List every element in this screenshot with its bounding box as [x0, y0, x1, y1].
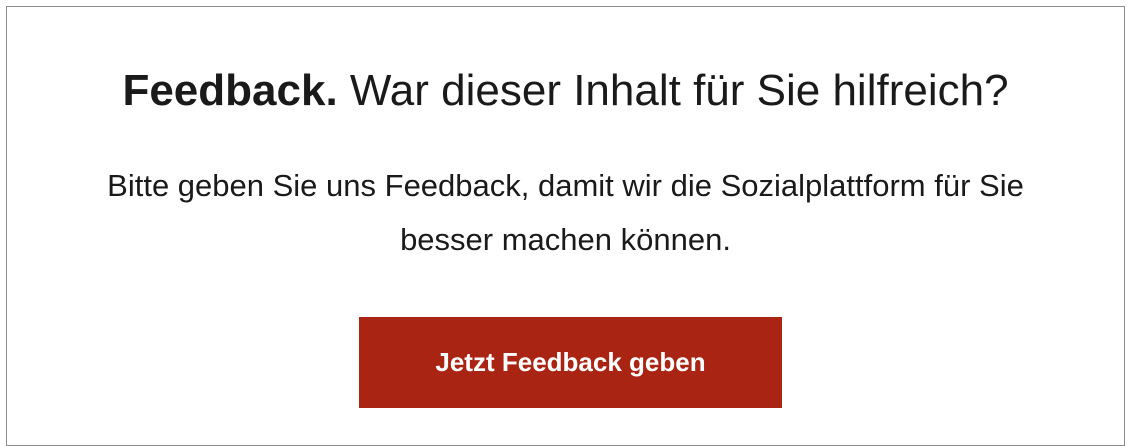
feedback-description-line-2: besser machen können.	[400, 222, 731, 257]
feedback-description-line-1: Bitte geben Sie uns Feedback, damit wir …	[107, 168, 1024, 203]
feedback-title-strong: Feedback.	[122, 66, 338, 115]
feedback-description: Bitte geben Sie uns Feedback, damit wir …	[7, 159, 1124, 267]
feedback-headline: Feedback. War dieser Inhalt für Sie hilf…	[7, 65, 1124, 117]
give-feedback-button[interactable]: Jetzt Feedback geben	[359, 317, 782, 408]
feedback-card: Feedback. War dieser Inhalt für Sie hilf…	[6, 6, 1125, 446]
feedback-title-question: War dieser Inhalt für Sie hilfreich?	[337, 66, 1009, 115]
